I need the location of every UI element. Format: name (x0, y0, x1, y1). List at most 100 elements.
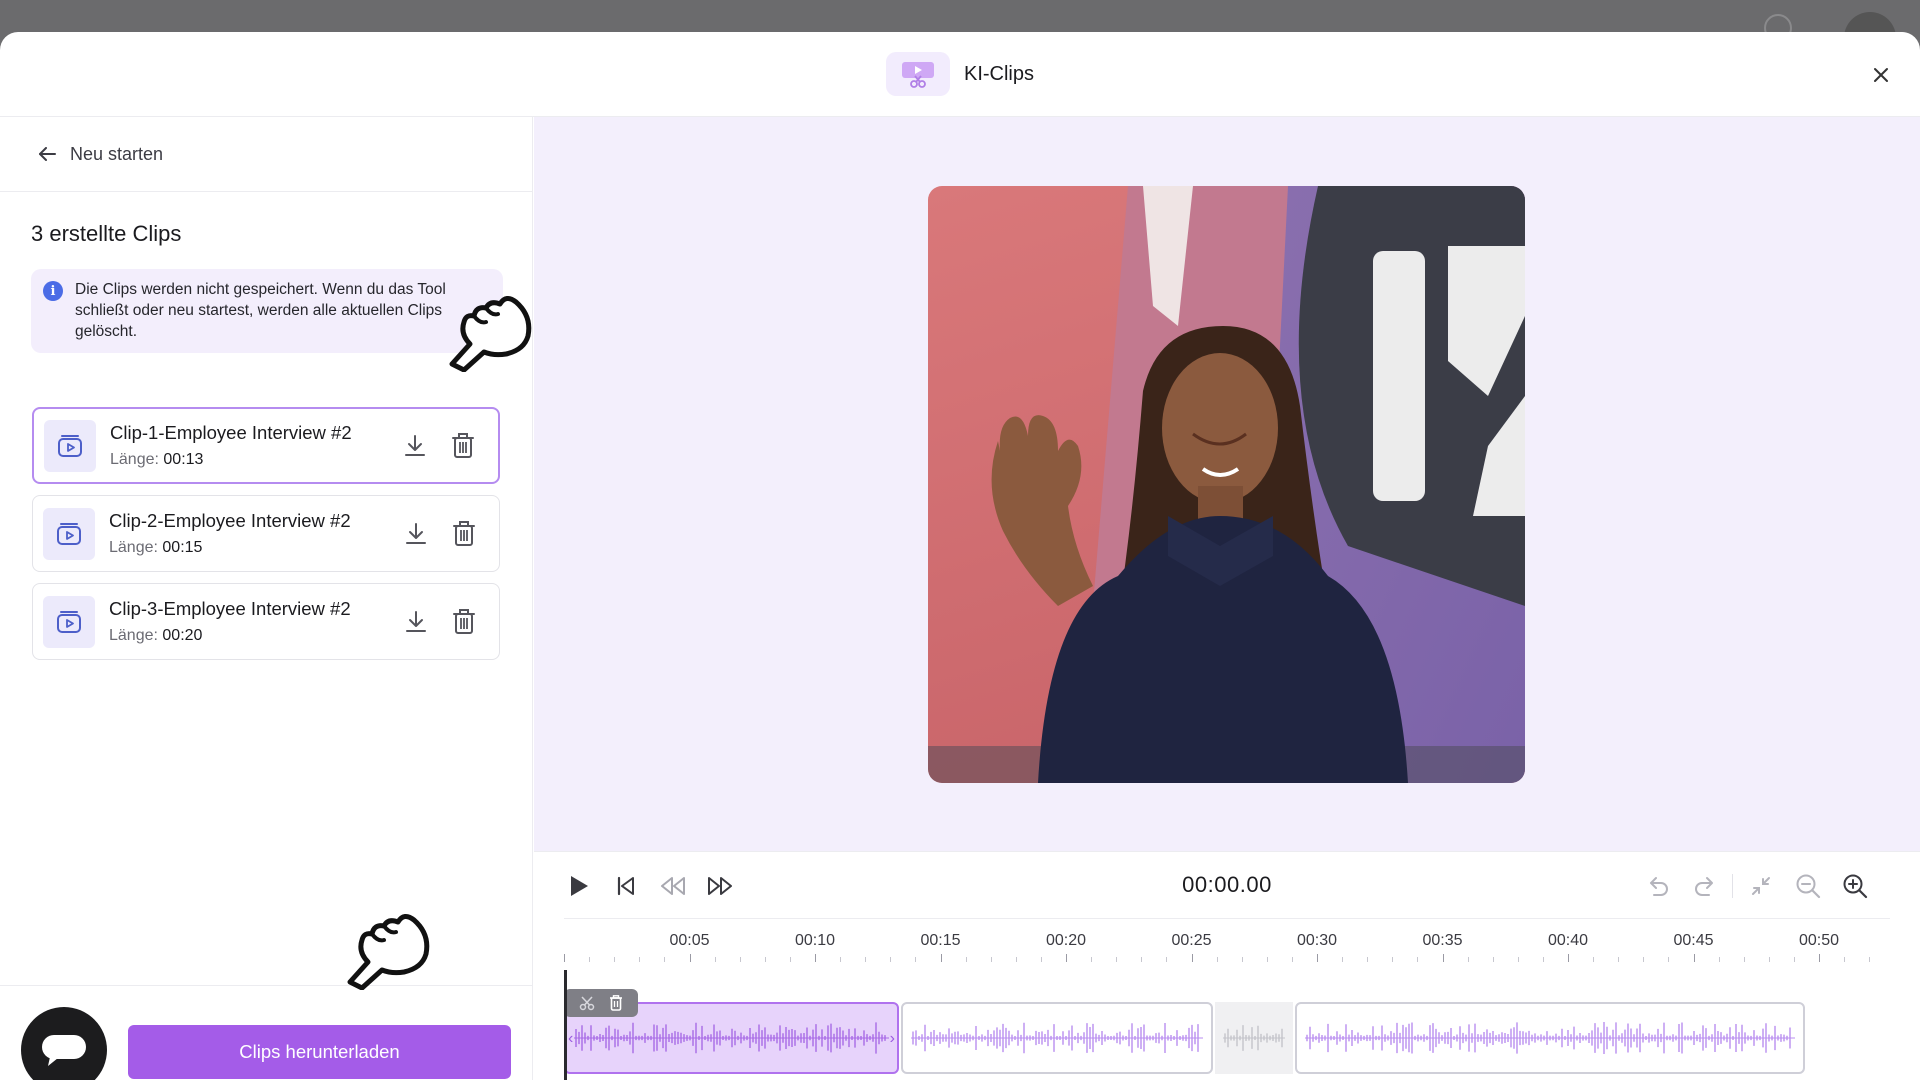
segment-toolbar (564, 989, 638, 1017)
clip-track[interactable]: ‹ › (564, 989, 1884, 1074)
tick-mark (614, 957, 616, 962)
tick-label: 00:30 (1296, 932, 1338, 949)
redo-button[interactable] (1690, 871, 1720, 901)
tick-mark (1844, 957, 1846, 962)
close-icon (1874, 68, 1888, 82)
delete-clip-button[interactable] (450, 432, 476, 460)
clips-count-heading: 3 erstellte Clips (31, 221, 182, 246)
trim-handle-left[interactable]: ‹ (568, 1030, 573, 1048)
delete-clip-button[interactable] (451, 608, 477, 636)
tick-mark (815, 954, 816, 962)
play-button[interactable] (564, 871, 594, 901)
collapse-button[interactable] (1746, 871, 1776, 901)
video-clip-icon (43, 595, 95, 648)
tick-mark (564, 954, 565, 962)
tick-mark (1593, 957, 1595, 962)
tick-mark (1492, 957, 1494, 962)
waveform (911, 1022, 1203, 1054)
tick-mark (1542, 957, 1544, 962)
unused-section (1215, 1002, 1293, 1074)
modal-title: KI-Clips (963, 62, 1034, 85)
tick-mark (789, 957, 791, 962)
tick-mark (1869, 957, 1871, 962)
video-frame[interactable] (928, 186, 1525, 783)
clip-card-1[interactable]: Clip-1-Employee Interview #2 Länge: 00:1… (32, 407, 500, 484)
tick-mark (1517, 957, 1519, 962)
tick-mark (1116, 957, 1118, 962)
tick-label: 00:50 (1798, 932, 1840, 949)
tick-mark (1191, 954, 1193, 962)
tick-mark (1216, 957, 1218, 962)
zoom-out-button[interactable] (1793, 871, 1823, 901)
restart-label: Neu starten (70, 143, 164, 164)
tick-label: 00:25 (1171, 932, 1212, 949)
download-clip-button[interactable] (403, 520, 429, 548)
tick-label: 00:05 (669, 932, 710, 949)
clip-length: Länge: 00:13 (110, 451, 204, 468)
video-still-image (928, 186, 1525, 783)
trash-icon[interactable] (609, 995, 623, 1011)
ki-clips-modal: KI-Clips Neu starten 3 erstellte Clips i… (0, 32, 1920, 1080)
restart-link[interactable]: Neu starten (0, 117, 532, 192)
clip-name: Clip-1-Employee Interview #2 (110, 422, 352, 443)
tick-mark (1693, 954, 1695, 962)
skip-back-icon (617, 876, 634, 896)
download-icon (406, 610, 426, 632)
tick-mark (1066, 954, 1067, 962)
rewind-button[interactable] (658, 871, 688, 901)
toolbar-divider (1732, 874, 1733, 898)
tick-mark (1417, 957, 1419, 962)
tick-mark (840, 957, 842, 962)
tick-mark (1091, 957, 1093, 962)
tick-label: 00:10 (794, 932, 836, 949)
fast-forward-button[interactable] (705, 871, 735, 901)
download-clip-button[interactable] (403, 608, 429, 636)
playback-controls: 00:00.00 (564, 852, 1890, 919)
clip-name: Clip-2-Employee Interview #2 (109, 510, 351, 531)
clip-segment-2[interactable] (901, 1002, 1213, 1074)
clips-sidebar: Neu starten 3 erstellte Clips i Die Clip… (0, 117, 533, 1080)
playhead[interactable] (564, 970, 567, 1080)
skip-to-start-button[interactable] (611, 871, 641, 901)
tick-mark (689, 954, 691, 962)
tick-mark (714, 957, 716, 962)
info-notice: i Die Clips werden nicht gespeichert. We… (31, 269, 503, 353)
zoom-out-icon (1796, 874, 1821, 899)
tick-mark (1568, 954, 1569, 962)
tick-mark (1317, 954, 1318, 962)
tick-mark (639, 957, 641, 962)
film-scissors-icon (885, 52, 950, 96)
trash-icon (453, 520, 475, 546)
tick-mark (664, 957, 666, 962)
trim-handle-right[interactable]: › (890, 1030, 895, 1048)
tick-mark (1793, 957, 1795, 962)
delete-clip-button[interactable] (451, 520, 477, 548)
tick-mark (764, 957, 766, 962)
chat-widget-button[interactable] (21, 1007, 107, 1080)
download-all-clips-button[interactable]: Clips herunterladen (128, 1025, 511, 1079)
tick-label: 00:20 (1045, 932, 1087, 949)
close-button[interactable] (1868, 62, 1894, 88)
tick-mark (990, 957, 992, 962)
scissors-icon[interactable] (579, 995, 595, 1011)
download-clip-button[interactable] (402, 432, 428, 460)
tick-mark (865, 957, 867, 962)
tick-mark (915, 957, 917, 962)
undo-button[interactable] (1643, 871, 1673, 901)
tick-label: 00:45 (1673, 932, 1714, 949)
clip-segment-3[interactable] (1295, 1002, 1805, 1074)
time-ruler[interactable]: 00:05 00:10 00:15 00:20 00:25 00:30 00:35 00:40… (564, 932, 1882, 962)
clip-name: Clip-3-Employee Interview #2 (109, 598, 351, 619)
clip-card-2[interactable]: Clip-2-Employee Interview #2 Länge: 00:1… (32, 495, 500, 572)
tick-label: 00:15 (920, 932, 961, 949)
clip-card-3[interactable]: Clip-3-Employee Interview #2 Länge: 00:2… (32, 583, 500, 660)
waveform (1305, 1022, 1795, 1054)
tick-mark (1819, 954, 1820, 962)
clip-length: Länge: 00:15 (109, 539, 203, 556)
tick-mark (1392, 957, 1394, 962)
tick-mark (1241, 957, 1243, 962)
tick-mark (1768, 957, 1770, 962)
collapse-icon (1752, 877, 1770, 895)
zoom-in-button[interactable] (1840, 871, 1870, 901)
tick-mark (1040, 957, 1042, 962)
